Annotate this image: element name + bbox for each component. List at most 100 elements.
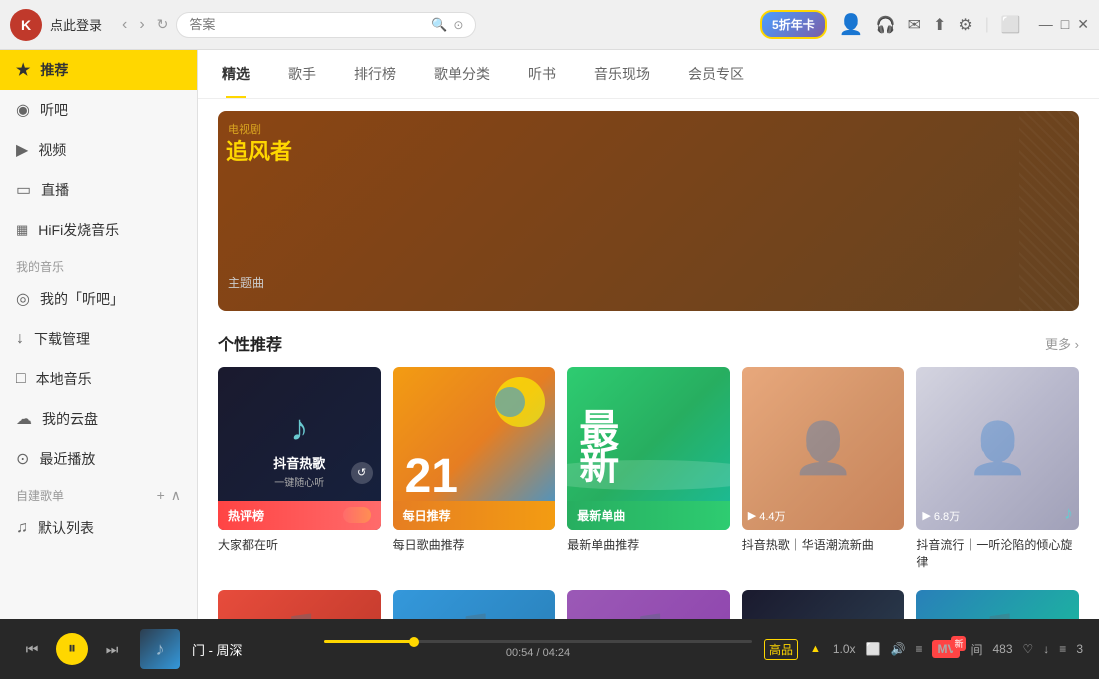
top-icons: 5折年卡 👤 🎧 ✉ ⬆ ⚙ | ⬜ [760,10,1021,39]
windowed-icon[interactable]: ⬜ [1001,15,1021,35]
playlist-title: 自建歌单 [16,487,64,504]
progress-track[interactable] [324,640,752,643]
sidebar-item-hifi[interactable]: ▦ HiFi发烧音乐 [0,210,197,250]
settings-icon[interactable]: ⚙ [958,15,972,35]
player-song-title: 门 - 周深 [192,640,312,659]
sidebar-item-tingba[interactable]: ◉ 听吧 [0,90,197,130]
banner: 电视剧 追风者 主题曲 刚好 张远 Bird 「第2张个人专辑 第六首单曲解锁 [218,111,1079,311]
bottom-card-1[interactable]: 🎵 [218,590,381,619]
equalizer-button[interactable]: ≡ [915,642,922,656]
comment-button[interactable]: 间 [970,641,982,658]
app-logo: K [10,9,42,41]
card-daily[interactable]: 21 Mar. 每日推荐 每日歌曲推荐 [393,367,556,570]
minimize-button[interactable]: — [1039,16,1053,33]
content-area: 精选 歌手 排行榜 歌单分类 听书 音乐现场 会员专区 电视剧 追风者 主题曲 [198,50,1099,619]
live-icon: ▭ [16,180,31,200]
card-artist1[interactable]: 👤 ▶ 4.4万 抖音热歌｜华语潮流新曲 [742,367,905,570]
banner-left-title: 追风者 [226,139,292,165]
volume-button[interactable]: 🔊 [891,642,906,656]
refresh-button[interactable]: ↻ [157,16,169,33]
douyin-main-text: 抖音热歌 [273,453,325,472]
tab-geshou[interactable]: 歌手 [284,50,320,98]
add-playlist-button[interactable]: + [157,487,165,504]
card-artist2[interactable]: 👤 ▶ 6.8万 ♪ 抖音流行｜一听沦陷的倾心旋律 [916,367,1079,570]
artist2-bg: 👤 [916,367,1079,530]
more-button[interactable]: 更多 › [1045,334,1079,353]
player-time: 00:54 / 04:24 [324,647,752,659]
sidebar-item-my-tingba[interactable]: ◎ 我的「听吧」 [0,279,197,319]
card-thumb-latest: 最新 最新单曲 [567,367,730,530]
card-title: 最新单曲推荐 [567,536,730,553]
promo-badge[interactable]: 5折年卡 [760,10,827,39]
login-button[interactable]: 点此登录 [50,15,102,34]
tab-paihang[interactable]: 排行榜 [350,50,400,98]
divider: | [985,16,989,34]
sidebar-item-tuijian[interactable]: ★ 推荐 [0,50,197,90]
tab-tingshu[interactable]: 听书 [524,50,560,98]
banner-left[interactable]: 电视剧 追风者 主题曲 [218,111,1079,311]
player-thumbnail: ♪ [140,629,180,669]
card-douyin-hot[interactable]: ♪ 抖音热歌 一键随心听 ↺ 热评榜 大家都在听 [218,367,381,570]
sidebar-item-cloud[interactable]: ☁ 我的云盘 [0,399,197,439]
section-title: 个性推荐 [218,331,282,355]
bottom-card-5[interactable]: 🎵 [916,590,1079,619]
sidebar-item-download[interactable]: ↓ 下载管理 [0,319,197,359]
tiktok-icon: ♪ [1064,503,1073,524]
sidebar-item-default-playlist[interactable]: ♫ 默认列表 [0,508,197,548]
collapse-playlist-button[interactable]: ∧ [171,487,181,504]
sidebar-item-zhibo[interactable]: ▭ 直播 [0,170,197,210]
sidebar-label: 我的云盘 [42,409,98,429]
upload-icon[interactable]: ⬆ [933,15,946,35]
close-button[interactable]: ✕ [1077,16,1089,33]
bottom-row: 🎵 🎵 🎵 ▶ 🎵 [218,590,1079,619]
search-icon[interactable]: 🔍 [431,17,447,33]
progress-fill [324,640,414,643]
next-button[interactable]: ⏭ [96,633,128,665]
speed-button[interactable]: 1.0x [833,642,856,656]
sidebar-item-video[interactable]: ▶ 视频 [0,130,197,170]
refresh-small-icon[interactable]: ↺ [351,462,373,484]
video-icon: ▶ [16,140,28,160]
daily-bottom: 每日推荐 [393,501,556,530]
main-layout: ★ 推荐 ◉ 听吧 ▶ 视频 ▭ 直播 ▦ HiFi发烧音乐 我的音乐 ◎ 我的… [0,50,1099,619]
sidebar-item-local[interactable]: □ 本地音乐 [0,359,197,399]
sidebar-label: 默认列表 [38,518,94,538]
sidebar-label: 推荐 [40,60,68,80]
prev-button[interactable]: ⏮ [16,633,48,665]
tab-jingxuan[interactable]: 精选 [218,50,254,98]
user-avatar[interactable]: 👤 [839,12,864,37]
playlist-button[interactable]: ≡ [1059,642,1066,656]
sidebar-item-recent[interactable]: ⊙ 最近播放 [0,439,197,479]
cards-row: ♪ 抖音热歌 一键随心听 ↺ 热评榜 大家都在听 [218,367,1079,570]
bottom-card-4[interactable]: ▶ [742,590,905,619]
comment-count: 483 [993,642,1013,656]
mail-icon[interactable]: ✉ [908,15,921,35]
maximize-button[interactable]: □ [1061,16,1069,33]
sidebar-label: 听吧 [40,100,68,120]
headphone-icon[interactable]: 🎧 [876,15,896,35]
tab-huiyuan[interactable]: 会员专区 [684,50,748,98]
forward-button[interactable]: › [135,12,148,38]
bottom-card-3[interactable]: 🎵 [567,590,730,619]
card-title: 抖音流行｜一听沦陷的倾心旋律 [916,536,1079,570]
like-button[interactable]: ♡ [1023,642,1034,656]
artist1-bg: 👤 [742,367,905,530]
play-count-2: ▶ 6.8万 [922,508,960,524]
banner-left-sub: 主题曲 [228,274,264,291]
card-thumb-douyin: ♪ 抖音热歌 一键随心听 ↺ 热评榜 [218,367,381,530]
quality-arrow[interactable]: ▲ [810,643,821,655]
tab-gedan[interactable]: 歌单分类 [430,50,494,98]
back-button[interactable]: ‹ [118,12,131,38]
daily-label: 每日推荐 [403,507,451,524]
player-right-controls: 1.0x ⬜ 🔊 ≡ MV 新 间 483 ♡ ↓ ≡ 3 [833,641,1083,658]
tab-yinyue[interactable]: 音乐现场 [590,50,654,98]
card-latest[interactable]: 最新 最新单曲 最新单曲推荐 [567,367,730,570]
bottom-card-2[interactable]: 🎵 [393,590,556,619]
search-input[interactable] [189,17,425,32]
play-pause-button[interactable]: ⏸ [56,633,88,665]
card-title: 大家都在听 [218,536,381,553]
download-button[interactable]: ↓ [1043,642,1049,656]
recent-icon: ⊙ [16,449,29,469]
screen-button[interactable]: ⬜ [866,642,881,656]
cloud-icon: ☁ [16,409,32,429]
